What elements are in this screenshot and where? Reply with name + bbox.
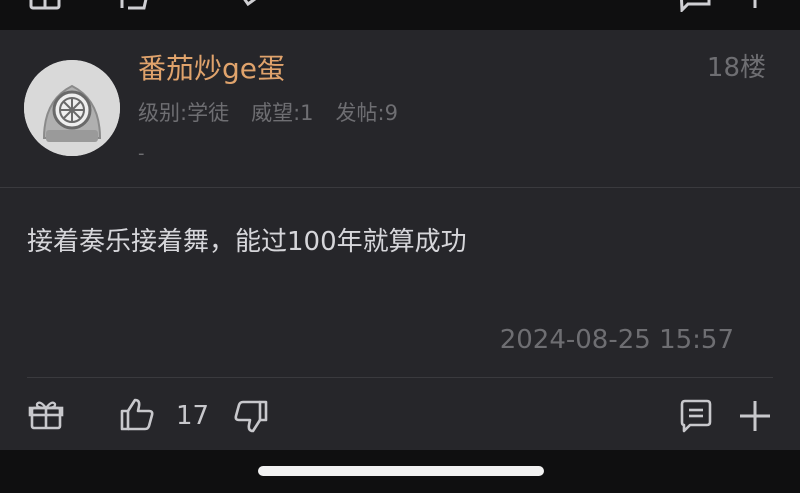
user-avatar[interactable]: [24, 60, 120, 156]
diving-helmet-icon: [24, 60, 120, 156]
username[interactable]: 番茄炒ge蛋: [138, 50, 285, 88]
dislike-icon[interactable]: [234, 0, 268, 12]
user-signature: -: [138, 143, 145, 164]
bottom-bar: ……: [0, 450, 800, 493]
floor-number: 18楼: [706, 53, 766, 83]
like-count: 17: [176, 401, 210, 431]
next-title-partial: ……: [280, 482, 324, 493]
footer-divider: [27, 377, 773, 378]
user-post-count: 发帖:9: [335, 101, 398, 125]
like-icon[interactable]: [118, 396, 156, 434]
like-icon[interactable]: [118, 0, 152, 12]
comment-icon[interactable]: [678, 398, 714, 434]
user-level: 级别:学徒: [138, 101, 230, 125]
user-meta: 级别:学徒 威望:1 发帖:9: [138, 98, 420, 128]
header-divider: [0, 187, 800, 188]
user-prestige: 威望:1: [251, 101, 314, 125]
reply-content: 接着奏乐接着舞，能过100年就算成功: [27, 227, 467, 257]
add-icon[interactable]: [738, 0, 772, 12]
gift-icon[interactable]: [28, 0, 62, 12]
dislike-icon[interactable]: [232, 398, 270, 436]
gift-icon[interactable]: [28, 398, 64, 432]
previous-post-toolbar: [0, 0, 800, 30]
comment-icon[interactable]: [678, 0, 712, 12]
add-icon[interactable]: [737, 398, 773, 434]
home-indicator[interactable]: [258, 466, 544, 476]
post-timestamp: 2024-08-25 15:57: [499, 325, 734, 355]
